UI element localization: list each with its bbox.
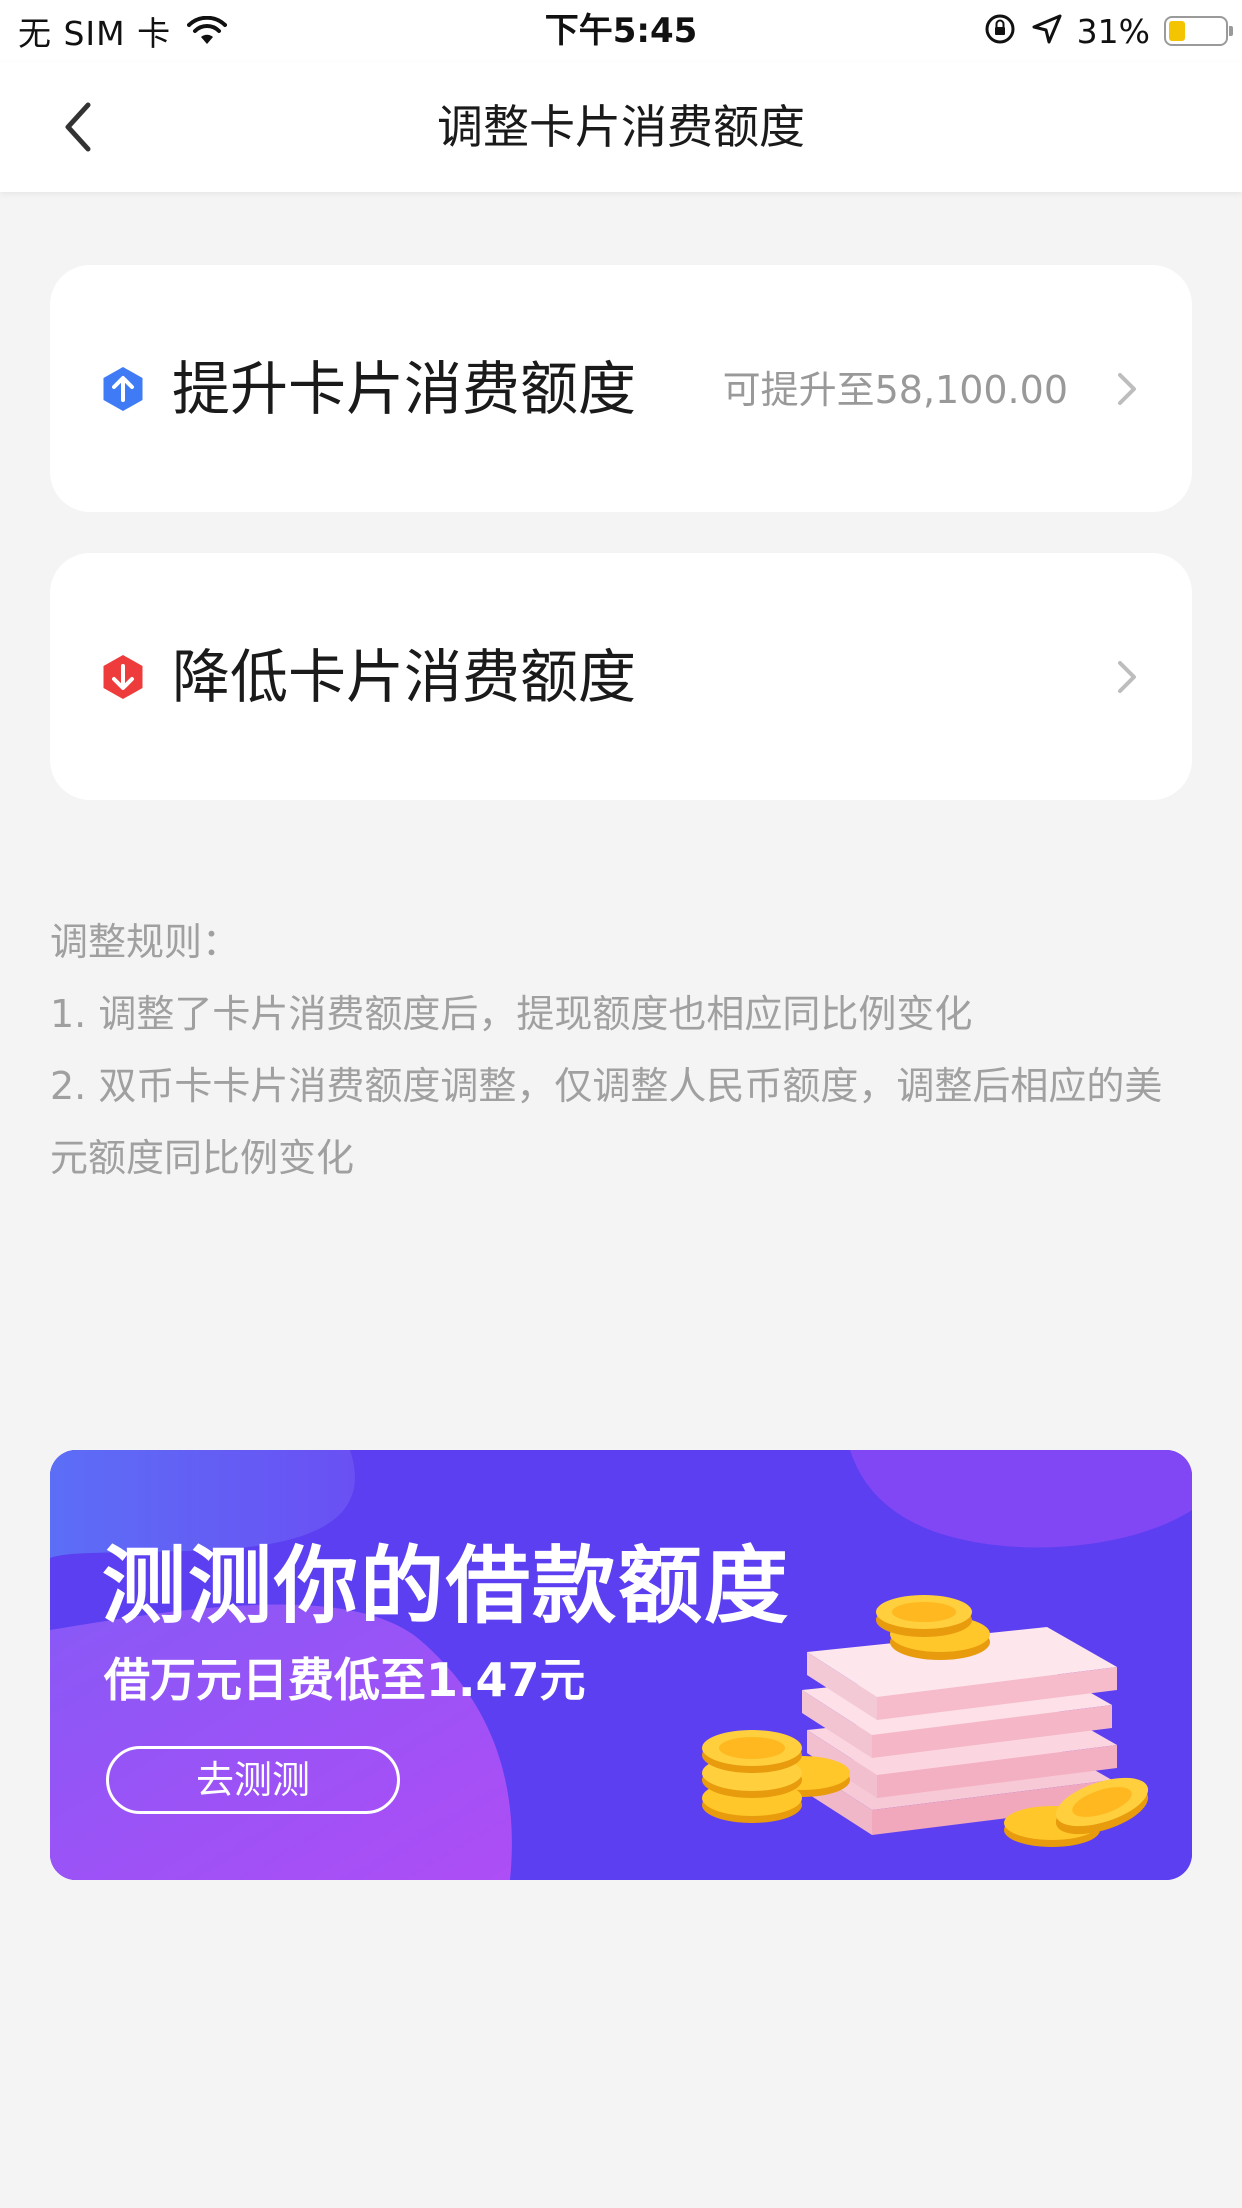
- nav-bar: 调整卡片消费额度: [0, 62, 1242, 192]
- increase-limit-option[interactable]: 提升卡片消费额度 可提升至58,100.00: [50, 265, 1192, 512]
- increase-limit-label: 提升卡片消费额度: [172, 355, 637, 423]
- status-bar: 无 SIM 卡 下午5:45 31%: [0, 0, 1242, 62]
- loan-quota-banner[interactable]: 测测你的借款额度 借万元日费低至1.47元 去测测: [50, 1450, 1192, 1880]
- location-arrow-icon: [1031, 13, 1063, 49]
- test-now-button[interactable]: 去测测: [106, 1746, 400, 1814]
- rule-item: 1. 调整了卡片消费额度后，提现额度也相应同比例变化: [50, 992, 973, 1036]
- rules-heading: 调整规则：: [50, 920, 241, 964]
- page-title: 调整卡片消费额度: [437, 100, 805, 154]
- arrow-down-hex-icon: [103, 655, 143, 699]
- decrease-limit-label: 降低卡片消费额度: [172, 643, 637, 711]
- battery-icon: [1164, 16, 1233, 46]
- chevron-right-icon: [1118, 373, 1136, 405]
- banner-subtitle: 借万元日费低至1.47元: [104, 1653, 586, 1707]
- adjustment-rules: 调整规则： 1. 调整了卡片消费额度后，提现额度也相应同比例变化 2. 双币卡卡…: [50, 906, 1200, 1194]
- increase-limit-hint: 可提升至58,100.00: [722, 368, 1068, 412]
- chevron-right-icon: [1118, 661, 1136, 693]
- banner-title: 测测你的借款额度: [102, 1537, 791, 1635]
- money-stack-illustration: [702, 1595, 1149, 1847]
- rule-item: 2. 双币卡卡片消费额度调整，仅调整人民币额度，调整后相应的美元额度同比例变化: [50, 1064, 1163, 1180]
- decrease-limit-option[interactable]: 降低卡片消费额度: [50, 553, 1192, 800]
- arrow-up-hex-icon: [103, 367, 143, 411]
- orientation-lock-icon: [983, 12, 1017, 50]
- battery-percent: 31%: [1076, 11, 1150, 51]
